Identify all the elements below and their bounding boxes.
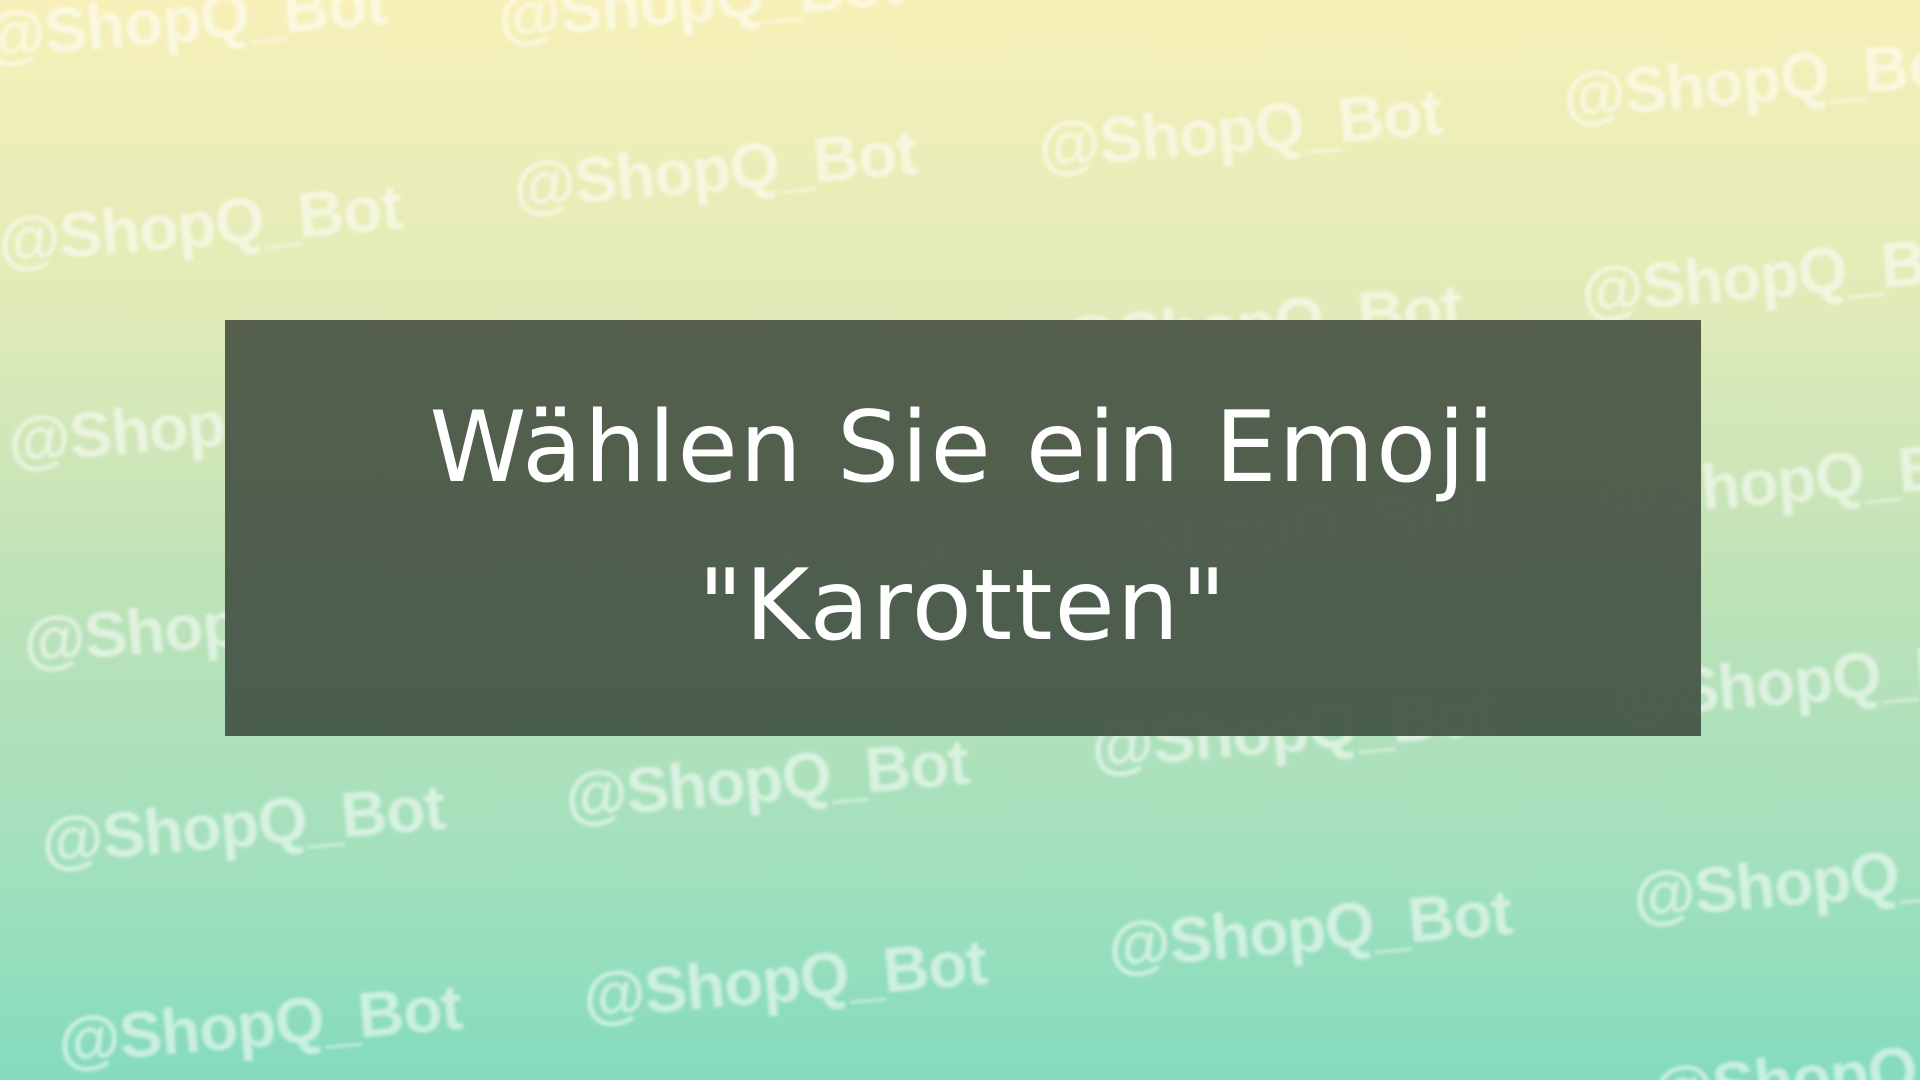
watermark-text: @ShopQ_Bot: [1648, 1020, 1920, 1080]
watermark-text: @ShopQ_Bot: [55, 970, 465, 1078]
prompt-target-word: "Karotten": [697, 549, 1229, 663]
watermark-text: @ShopQ_Bot: [510, 115, 920, 223]
watermark-text: @ShopQ_Bot: [562, 725, 972, 833]
watermark-text: @ShopQ_Bot: [1560, 25, 1920, 133]
prompt-instruction: Wählen Sie ein Emoji: [429, 391, 1497, 506]
watermark-text: @ShopQ_Bot: [1630, 825, 1920, 933]
prompt-card: Wählen Sie ein Emoji "Karotten": [225, 320, 1701, 736]
watermark-text: @ShopQ_Bot: [1578, 220, 1920, 328]
watermark-text: @ShopQ_Bot: [0, 170, 405, 278]
watermark-text: @ShopQ_Bot: [38, 770, 448, 878]
gradient-background: @ShopQ_Bot @ShopQ_Bot @ShopQ_Bot @ShopQ_…: [0, 0, 1920, 1080]
watermark-text: @ShopQ_Bot: [495, 0, 904, 54]
watermark-text: @ShopQ_Bot: [1105, 875, 1515, 983]
watermark-text: @ShopQ_Bot: [580, 925, 990, 1033]
watermark-text: @ShopQ_Bot: [1035, 75, 1445, 183]
watermark-text: @ShopQ_Bot: [0, 0, 390, 73]
